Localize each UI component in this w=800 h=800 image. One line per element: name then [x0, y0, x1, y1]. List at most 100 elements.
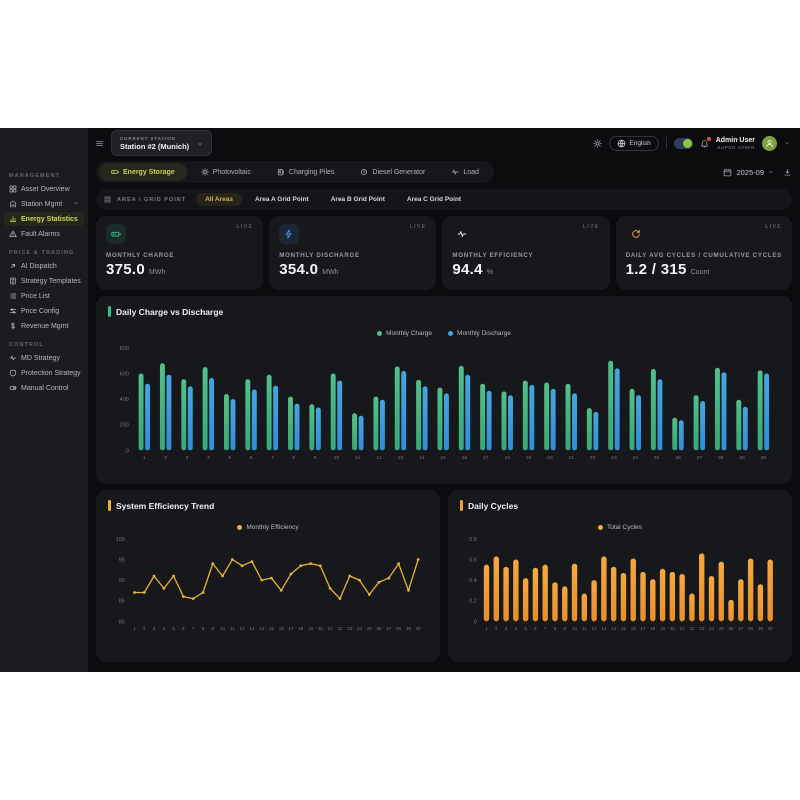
avatar[interactable]	[762, 136, 777, 151]
export-button[interactable]	[783, 168, 792, 177]
area-option-area-b-grid-point[interactable]: Area B Grid Point	[322, 193, 394, 206]
live-badge: LIVE	[765, 224, 782, 230]
bar-day-29	[736, 400, 741, 451]
chevron-down-icon	[197, 134, 203, 152]
tab-energy-storage[interactable]: Energy Storage	[99, 163, 187, 181]
bar-day-26	[672, 418, 677, 451]
sidebar-item-price-list[interactable]: Price List	[4, 289, 84, 303]
title-accent-bar	[108, 500, 111, 511]
person-icon	[765, 139, 774, 148]
bar-day-18	[650, 579, 655, 621]
theme-toggle[interactable]	[674, 138, 693, 149]
legend-dot	[598, 525, 603, 530]
x-axis-tick: 14	[611, 626, 616, 631]
chart-title: Daily Charge vs Discharge	[116, 307, 223, 317]
x-axis-tick: 1	[485, 626, 488, 631]
legend-label: Monthly Discharge	[457, 330, 511, 337]
chart-legend: Monthly Efficiency	[108, 524, 428, 531]
month-picker[interactable]: 2025-09	[723, 168, 774, 177]
point-day-25	[368, 593, 371, 596]
kpi-card-monthly-discharge: LIVEMONTHLY DISCHARGE354.0MWh	[269, 216, 436, 290]
x-axis-tick: 24	[633, 455, 639, 461]
bar-day-10	[337, 381, 342, 451]
bar-day-27	[738, 579, 743, 621]
bar-day-23	[608, 361, 613, 451]
point-day-22	[339, 597, 342, 600]
sidebar-item-manual-control[interactable]: Manual Control	[4, 381, 84, 395]
x-axis-tick: 17	[641, 626, 646, 631]
bar-day-5	[230, 399, 235, 450]
x-axis-tick: 20	[670, 626, 675, 631]
y-axis-tick: 0.2	[469, 599, 476, 605]
x-axis-tick: 12	[592, 626, 597, 631]
x-axis-tick: 27	[738, 626, 743, 631]
area-option-area-a-grid-point[interactable]: Area A Grid Point	[246, 193, 318, 206]
x-axis-tick: 23	[611, 455, 617, 461]
sidebar-item-ai-dispatch[interactable]: AI Dispatch	[4, 259, 84, 273]
bar-day-29	[743, 407, 748, 451]
sidebar-item-price-config[interactable]: Price Config	[4, 304, 84, 318]
bar-day-2	[166, 375, 171, 451]
point-day-11	[231, 558, 234, 561]
area-option-all-areas[interactable]: All Areas	[196, 193, 242, 206]
x-axis-tick: 8	[292, 455, 295, 461]
kpi-label: MONTHLY EFFICIENCY	[452, 252, 599, 259]
point-day-20	[319, 564, 322, 567]
x-axis-tick: 16	[631, 626, 636, 631]
station-icon	[9, 200, 17, 208]
bar-day-27	[700, 401, 705, 450]
legend-item-monthly-charge[interactable]: Monthly Charge	[377, 330, 432, 337]
language-selector[interactable]: English	[609, 136, 658, 151]
sidebar-item-label: Energy Statistics	[21, 216, 78, 223]
bar-day-10	[572, 564, 577, 622]
bar-chart-daily-charge-discharge: 0200400600800123456789101112131415161718…	[108, 337, 780, 464]
sidebar-item-protection-strategy[interactable]: Protection Strategy	[4, 366, 84, 380]
sidebar-item-fault-alarms[interactable]: Fault Alarms	[4, 227, 84, 241]
control-icon	[9, 384, 17, 392]
area-option-area-c-grid-point[interactable]: Area C Grid Point	[398, 193, 470, 206]
menu-toggle-button[interactable]	[95, 139, 104, 148]
theme-button[interactable]	[593, 139, 602, 148]
y-axis-tick: 0.8	[469, 537, 476, 543]
user-menu[interactable]: Admin User SUPER ADMIN	[716, 137, 755, 150]
x-axis-tick: 30	[761, 455, 767, 461]
sidebar-item-energy-statistics[interactable]: Energy Statistics	[4, 212, 84, 226]
tab-charging-piles[interactable]: Charging Piles	[265, 163, 347, 181]
kpi-value: 354.0	[279, 261, 318, 278]
station-selector[interactable]: CURRENT STATION Station #2 (Munich)	[111, 130, 212, 156]
chart-title: System Efficiency Trend	[116, 501, 214, 511]
notifications-button[interactable]	[700, 139, 709, 148]
tab-load[interactable]: Load	[439, 163, 491, 181]
x-axis-tick: 26	[675, 455, 681, 461]
user-chevron-down-icon[interactable]	[784, 140, 790, 146]
x-axis-tick: 2	[495, 626, 498, 631]
bar-day-6	[245, 379, 250, 450]
sidebar-item-station-mgmt[interactable]: Station Mgmt	[4, 197, 84, 211]
legend-item-monthly-efficiency[interactable]: Monthly Efficiency	[237, 524, 298, 531]
sidebar-item-label: MD Strategy	[21, 355, 60, 362]
legend-dot	[448, 331, 453, 336]
sidebar-item-label: Strategy Templates	[21, 278, 81, 285]
point-day-5	[172, 575, 175, 578]
kpi-card-monthly-charge: LIVEMONTHLY CHARGE375.0MWh	[96, 216, 263, 290]
tab-photovoltaic[interactable]: Photovoltaic	[189, 163, 263, 181]
sidebar-item-revenue-mgmt[interactable]: Revenue Mgmt	[4, 319, 84, 333]
bar-day-14	[423, 386, 428, 450]
x-axis-tick: 16	[279, 626, 284, 631]
sidebar-item-strategy-templates[interactable]: Strategy Templates	[4, 274, 84, 288]
x-axis-tick: 9	[564, 626, 567, 631]
y-axis-tick: 0	[126, 448, 129, 454]
globe-icon	[617, 139, 626, 148]
y-axis-tick: 95	[119, 557, 125, 563]
y-axis-tick: 90	[119, 578, 125, 584]
point-day-28	[397, 562, 400, 565]
bar-day-1	[139, 374, 144, 451]
tab-diesel-generator[interactable]: Diesel Generator	[348, 163, 437, 181]
bar-day-12	[380, 400, 385, 451]
sidebar-item-md-strategy[interactable]: MD Strategy	[4, 351, 84, 365]
charging-icon	[277, 168, 285, 176]
sidebar-item-asset-overview[interactable]: Asset Overview	[4, 182, 84, 196]
legend-item-total-cycles[interactable]: Total Cycles	[598, 524, 642, 531]
x-axis-tick: 20	[318, 626, 323, 631]
legend-item-monthly-discharge[interactable]: Monthly Discharge	[448, 330, 511, 337]
